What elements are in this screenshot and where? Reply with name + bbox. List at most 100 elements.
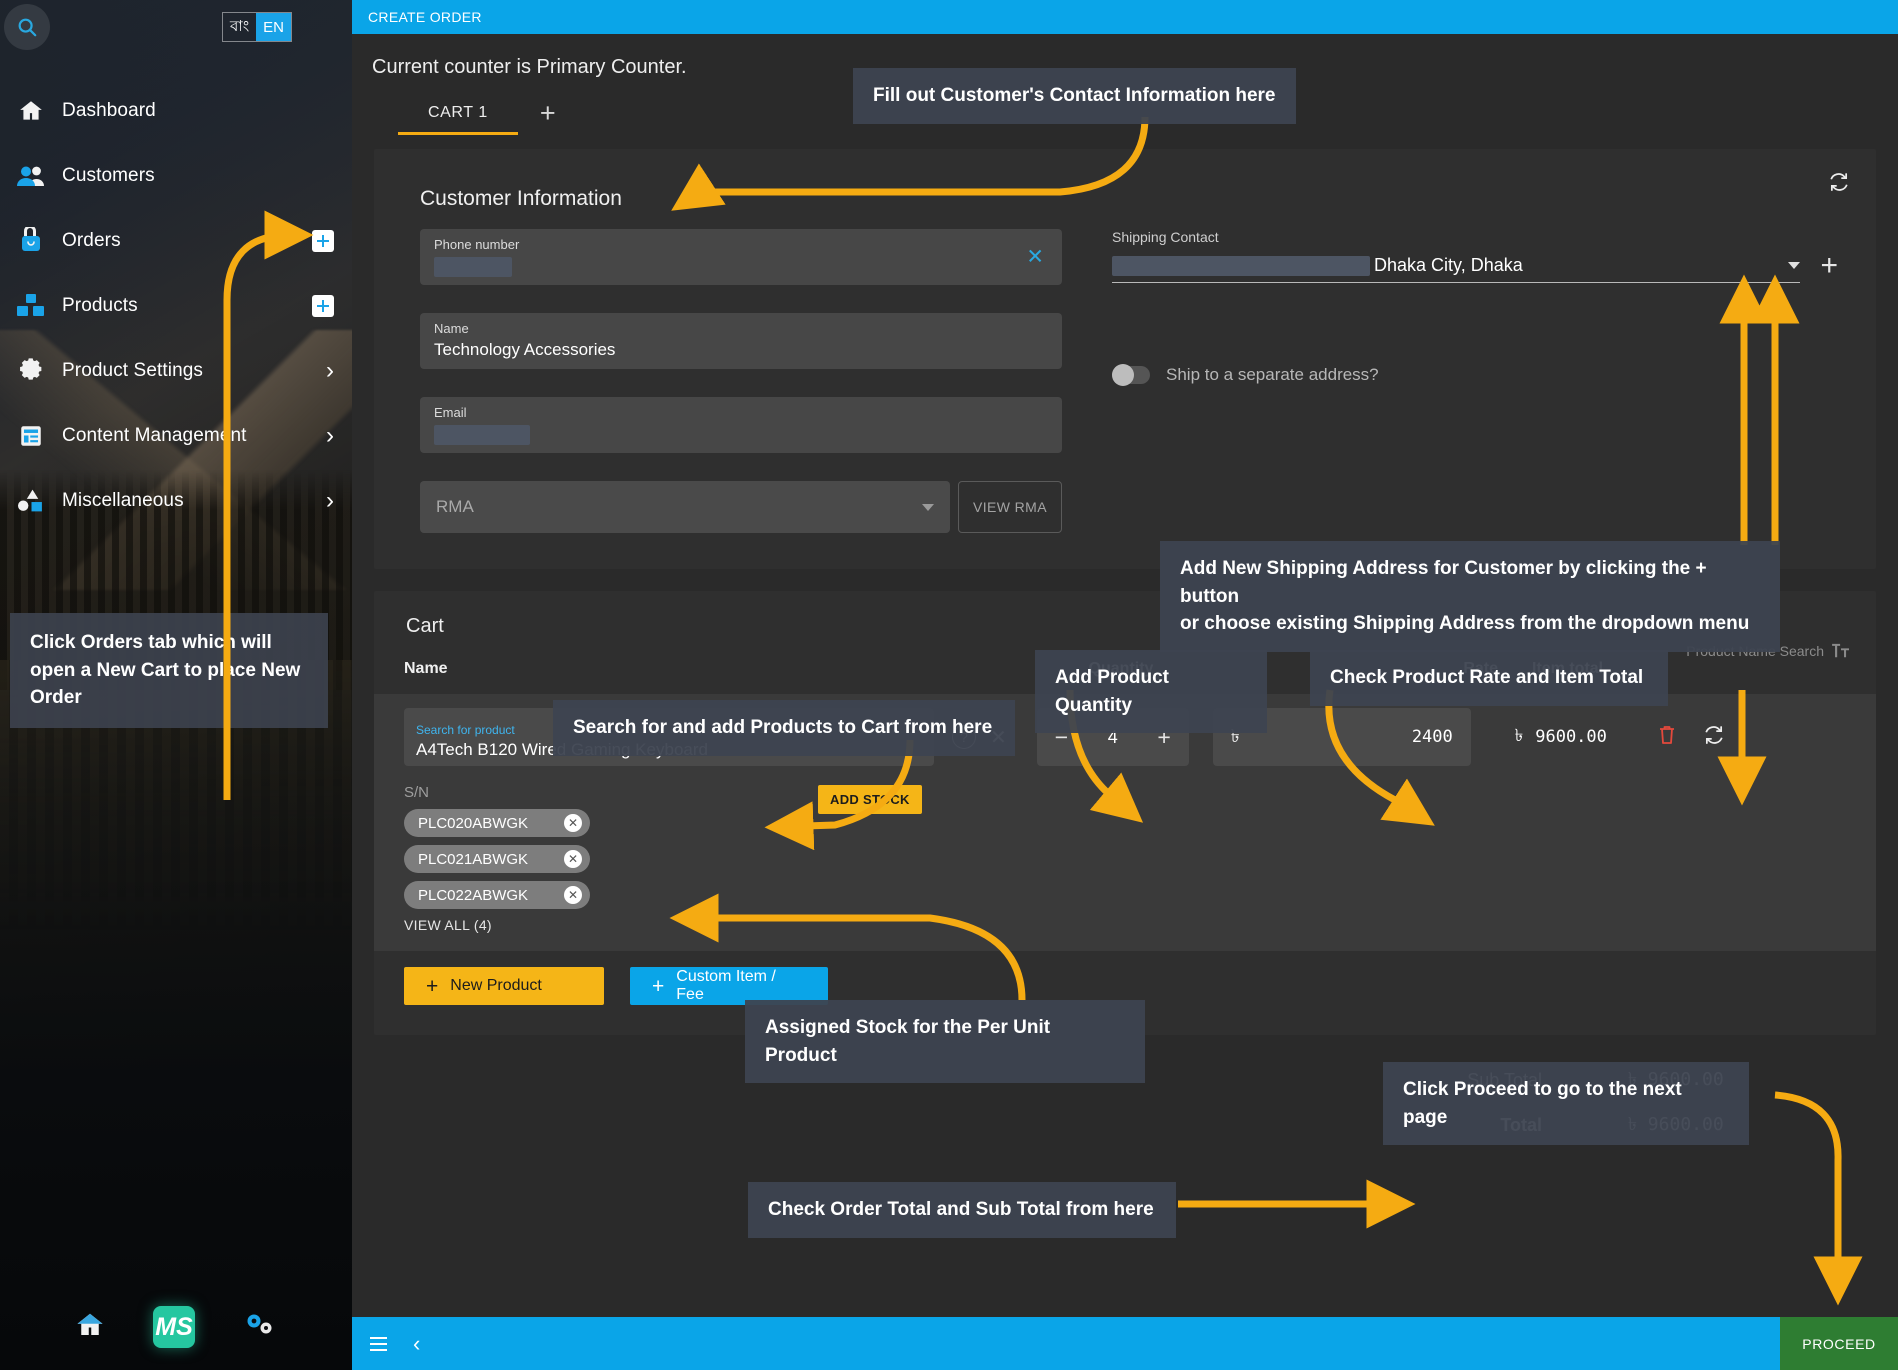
back-icon[interactable]: ‹ xyxy=(413,1331,420,1357)
custom-item-label: Custom Item / Fee xyxy=(676,968,776,1003)
customer-fields: Phone number ✕ Name Technology Accessori… xyxy=(420,229,1062,533)
chevron-down-icon xyxy=(922,503,934,511)
sidebar-item-miscellaneous[interactable]: Miscellaneous › xyxy=(0,468,352,533)
plus-icon: + xyxy=(426,974,439,998)
chevron-right-icon[interactable]: › xyxy=(326,488,334,513)
serial-value: PLC021ABWGK xyxy=(418,850,529,868)
chevron-down-icon xyxy=(1788,262,1801,269)
serial-value: PLC022ABWGK xyxy=(418,886,529,904)
rma-placeholder: RMA xyxy=(436,497,474,516)
sidebar-item-label: Orders xyxy=(62,229,121,251)
annotation-add-shipping-line2: or choose existing Shipping Address from… xyxy=(1180,613,1750,635)
bottom-action-bar: ‹ PROCEED xyxy=(352,1317,1898,1370)
sidebar-item-product-settings[interactable]: Product Settings › xyxy=(0,338,352,403)
serial-number-label: S/N xyxy=(404,784,430,801)
menu-icon[interactable] xyxy=(370,1336,387,1351)
proceed-button[interactable]: PROCEED xyxy=(1780,1317,1898,1370)
name-field[interactable]: Name Technology Accessories xyxy=(420,313,1062,369)
boxes-icon xyxy=(14,289,48,323)
text-format-icon xyxy=(1832,643,1849,658)
home-icon xyxy=(14,94,48,128)
lang-en[interactable]: EN xyxy=(256,13,291,41)
remove-serial-button[interactable]: ✕ xyxy=(564,850,582,868)
item-total-value: 9600.00 xyxy=(1535,727,1607,747)
plus-icon xyxy=(317,234,329,247)
tab-cart-1[interactable]: CART 1 xyxy=(398,104,518,135)
page-header: CREATE ORDER xyxy=(352,0,1898,34)
gear-icon xyxy=(14,354,48,388)
sidebar-item-label: Dashboard xyxy=(62,99,156,121)
chevron-right-icon[interactable]: › xyxy=(326,358,334,383)
refresh-row-button[interactable] xyxy=(1703,724,1725,751)
email-label: Email xyxy=(434,405,467,420)
annotation-add-quantity: Add Product Quantity xyxy=(1035,650,1267,734)
add-cart-tab-button[interactable]: + xyxy=(518,100,574,135)
annotation-search-products: Search for and add Products to Cart from… xyxy=(553,700,1015,756)
new-product-button[interactable]: + New Product xyxy=(404,967,604,1005)
shipping-contact-value: Dhaka City, Dhaka xyxy=(1374,255,1523,275)
sidebar-item-orders[interactable]: Orders xyxy=(0,208,352,273)
customer-information-title: Customer Information xyxy=(420,187,622,210)
sync-icon xyxy=(1705,725,1723,744)
sidebar-orders-actions xyxy=(312,229,334,252)
add-order-button[interactable] xyxy=(312,229,334,252)
footer-home-button[interactable] xyxy=(75,1310,105,1345)
view-rma-button[interactable]: VIEW RMA xyxy=(958,481,1062,533)
language-toggle[interactable]: বাং EN xyxy=(222,12,292,42)
ship-separate-address-row: Ship to a separate address? xyxy=(1112,364,1842,386)
chevron-right-icon[interactable]: › xyxy=(326,423,334,448)
sidebar-item-label: Products xyxy=(62,294,138,316)
annotation-add-shipping: Add New Shipping Address for Customer by… xyxy=(1160,541,1780,652)
delete-row-button[interactable] xyxy=(1657,724,1677,751)
column-name: Name xyxy=(404,660,448,677)
shipping-contact-redacted xyxy=(1112,255,1370,276)
plus-icon xyxy=(317,299,329,312)
name-value: Technology Accessories xyxy=(434,340,616,359)
users-icon xyxy=(14,159,48,193)
sidebar-footer: MS xyxy=(0,1306,352,1348)
annotation-click-proceed: Click Proceed to go to the next page xyxy=(1383,1062,1749,1146)
app-logo: MS xyxy=(153,1306,195,1348)
home-icon xyxy=(77,1313,103,1335)
sidebar-item-label: Product Settings xyxy=(62,359,204,381)
trash-icon xyxy=(1659,725,1674,744)
footer-settings-button[interactable] xyxy=(243,1311,277,1344)
rma-select[interactable]: RMA xyxy=(420,481,950,533)
ship-separate-label: Ship to a separate address? xyxy=(1166,365,1379,384)
shipping-contact-block: Shipping Contact Dhaka City, Dhaka + Shi… xyxy=(1062,229,1842,533)
view-all-serials-link[interactable]: VIEW ALL (4) xyxy=(404,917,1850,933)
page-title: CREATE ORDER xyxy=(368,9,482,25)
phone-value-redacted xyxy=(434,257,512,277)
ship-separate-toggle[interactable] xyxy=(1112,364,1150,386)
background-lake xyxy=(0,660,352,1370)
rma-row: RMA VIEW RMA xyxy=(420,481,1062,533)
search-icon xyxy=(18,18,37,37)
sidebar-item-content-management[interactable]: Content Management › xyxy=(0,403,352,468)
add-shipping-address-button[interactable]: + xyxy=(1810,251,1842,283)
sidebar-item-customers[interactable]: Customers xyxy=(0,143,352,208)
add-stock-button[interactable]: ADD STOCK xyxy=(818,785,922,814)
item-total: ৳ 9600.00 xyxy=(1515,723,1607,751)
sidebar-item-products[interactable]: Products xyxy=(0,273,352,338)
search-button[interactable] xyxy=(4,4,50,50)
lang-bn[interactable]: বাং xyxy=(223,13,256,41)
sidebar-item-dashboard[interactable]: Dashboard xyxy=(0,78,352,143)
clear-phone-button[interactable]: ✕ xyxy=(1026,247,1044,268)
remove-serial-button[interactable]: ✕ xyxy=(564,814,582,832)
sidebar-products-actions xyxy=(312,294,334,317)
annotation-check-totals: Check Order Total and Sub Total from her… xyxy=(748,1182,1176,1238)
shipping-contact-select[interactable]: Dhaka City, Dhaka xyxy=(1112,255,1801,283)
refresh-customer-button[interactable] xyxy=(1828,171,1850,198)
email-field[interactable]: Email xyxy=(420,397,1062,453)
add-product-button[interactable] xyxy=(312,294,334,317)
phone-label: Phone number xyxy=(434,237,520,252)
name-label: Name xyxy=(434,321,469,336)
phone-number-field[interactable]: Phone number ✕ xyxy=(420,229,1062,285)
annotation-click-orders: Click Orders tab which will open a New C… xyxy=(10,613,328,728)
sidebar-nav: Dashboard Customers Orders Products Prod… xyxy=(0,78,352,533)
item-total-currency-symbol: ৳ xyxy=(1514,726,1524,746)
serial-chip: PLC022ABWGK ✕ xyxy=(404,881,590,909)
remove-serial-button[interactable]: ✕ xyxy=(564,886,582,904)
new-product-label: New Product xyxy=(450,977,542,994)
gears-icon xyxy=(247,1314,272,1333)
